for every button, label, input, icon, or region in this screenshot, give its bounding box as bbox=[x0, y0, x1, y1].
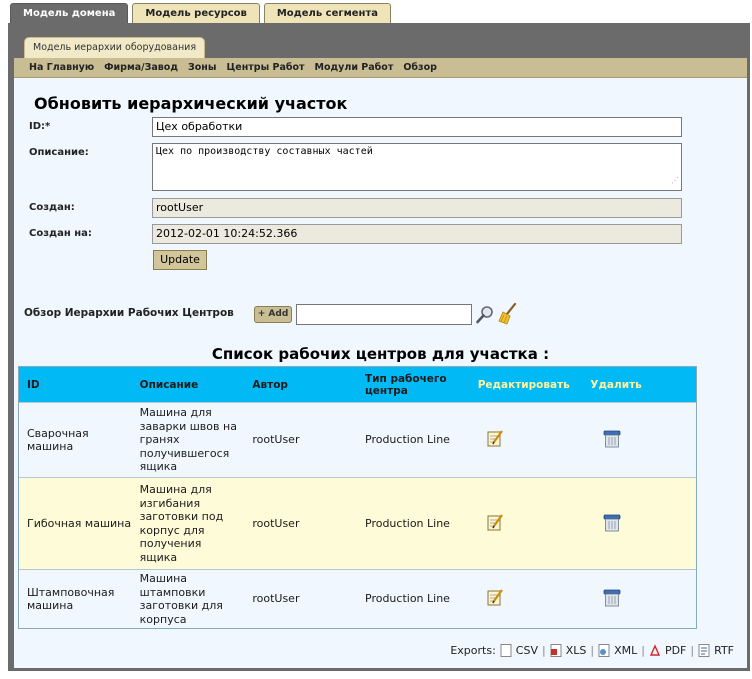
cell-delete bbox=[582, 587, 696, 611]
content-area: Обновить иерархический участок ID:* Цех … bbox=[14, 78, 747, 668]
table-row: Гибочная машина Машина для изгибания заг… bbox=[19, 477, 696, 569]
col-edit: Редактировать bbox=[477, 378, 570, 391]
id-field[interactable]: Цех обработки bbox=[152, 117, 682, 137]
work-centers-table: ID Описание Автор Тип рабочего центра Ре… bbox=[18, 366, 697, 629]
cell-author: rootUser bbox=[252, 592, 300, 606]
tab-segment-model[interactable]: Модель сегмента bbox=[263, 3, 392, 23]
export-pdf-link[interactable]: PDF bbox=[665, 644, 686, 657]
cell-author: rootUser bbox=[252, 516, 300, 530]
created-by-field: rootUser bbox=[152, 198, 682, 218]
hierarchy-label: Обзор Иерархии Рабочих Центров bbox=[24, 307, 234, 319]
export-xml-link[interactable]: XML bbox=[614, 644, 637, 657]
description-field[interactable]: Цех по производству составных частей ⋰ bbox=[152, 143, 682, 191]
tab-resource-model[interactable]: Модель ресурсов bbox=[132, 3, 260, 23]
cell-edit bbox=[470, 513, 583, 535]
export-rtf-link[interactable]: RTF bbox=[714, 644, 734, 657]
cell-description: Машина для заварки швов на гранях получи… bbox=[139, 406, 237, 474]
nav-home[interactable]: На Главную bbox=[29, 62, 94, 73]
cell-description: Машина штамповки заготовки для корпуса bbox=[139, 572, 223, 626]
separator: | bbox=[641, 644, 645, 657]
trash-icon[interactable] bbox=[602, 512, 622, 532]
separator: | bbox=[690, 644, 695, 657]
cell-id: Гибочная машина bbox=[27, 516, 132, 530]
nav-enterprise-site[interactable]: Фирма/Завод bbox=[104, 62, 178, 73]
add-button[interactable]: + Add bbox=[254, 306, 292, 323]
created-on-label: Создан на: bbox=[29, 228, 92, 239]
description-label: Описание: bbox=[29, 147, 89, 158]
col-id[interactable]: ID bbox=[19, 379, 132, 391]
edit-icon[interactable] bbox=[486, 513, 504, 531]
trash-icon[interactable] bbox=[602, 428, 622, 448]
rtf-icon[interactable] bbox=[698, 644, 710, 657]
csv-icon[interactable] bbox=[500, 644, 512, 657]
table-header: ID Описание Автор Тип рабочего центра Ре… bbox=[19, 367, 696, 402]
hierarchy-search-input[interactable] bbox=[296, 304, 472, 325]
cell-delete bbox=[582, 428, 696, 452]
edit-icon[interactable] bbox=[486, 429, 504, 447]
edit-icon[interactable] bbox=[486, 588, 504, 606]
nav-work-units[interactable]: Модули Работ bbox=[315, 62, 394, 73]
broom-icon[interactable] bbox=[497, 302, 519, 326]
cell-id: Сварочная машина bbox=[27, 426, 89, 454]
col-delete: Удалить bbox=[590, 378, 642, 391]
cell-description: Машина для изгибания заготовки под корпу… bbox=[139, 483, 224, 564]
cell-delete bbox=[582, 512, 696, 536]
description-text: Цех по производству составных частей bbox=[156, 146, 373, 157]
cell-id: Штамповочная машина bbox=[27, 585, 115, 613]
cell-author: rootUser bbox=[252, 433, 300, 447]
table-row: Штамповочная машина Машина штамповки заг… bbox=[19, 569, 696, 628]
nav-work-centers[interactable]: Центры Работ bbox=[226, 62, 304, 73]
table-row: Сварочная машина Машина для заварки швов… bbox=[19, 402, 696, 477]
col-description[interactable]: Описание bbox=[132, 379, 245, 391]
col-type[interactable]: Тип рабочего центра bbox=[357, 373, 470, 397]
separator: | bbox=[590, 644, 595, 657]
trash-icon[interactable] bbox=[602, 587, 622, 607]
cell-edit bbox=[470, 588, 583, 610]
export-csv-link[interactable]: CSV bbox=[516, 644, 538, 657]
pdf-icon[interactable] bbox=[649, 644, 661, 657]
xml-icon[interactable] bbox=[598, 644, 610, 657]
id-label: ID:* bbox=[29, 121, 51, 132]
top-tabs: Модель домена Модель ресурсов Модель сег… bbox=[10, 3, 392, 23]
exports-label: Exports: bbox=[450, 644, 496, 657]
resize-grip-icon[interactable]: ⋰ bbox=[671, 173, 679, 189]
tab-domain-model[interactable]: Модель домена bbox=[10, 3, 129, 23]
list-title: Список рабочих центров для участка : bbox=[211, 345, 550, 363]
cell-type: Production Line bbox=[365, 592, 450, 606]
nav-overview[interactable]: Обзор bbox=[403, 62, 437, 73]
cell-type: Production Line bbox=[365, 516, 450, 530]
nav-areas[interactable]: Зоны bbox=[188, 62, 216, 73]
update-button[interactable]: Update bbox=[153, 250, 207, 270]
tab-equipment-hierarchy[interactable]: Модель иерархии оборудования bbox=[24, 37, 206, 59]
form-title: Обновить иерархический участок bbox=[34, 94, 348, 113]
exports-bar: Exports: CSV | XLS | XML | PDF | RTF bbox=[450, 644, 734, 657]
xls-icon[interactable] bbox=[550, 644, 562, 657]
separator: | bbox=[541, 644, 546, 657]
nav-bar: На Главную Фирма/Завод Зоны Центры Работ… bbox=[14, 58, 747, 78]
magnifier-icon[interactable] bbox=[475, 305, 495, 325]
col-author[interactable]: Автор bbox=[244, 379, 357, 391]
created-by-label: Создан: bbox=[29, 202, 75, 213]
cell-edit bbox=[470, 429, 583, 451]
export-xls-link[interactable]: XLS bbox=[566, 644, 587, 657]
created-on-field: 2012-02-01 10:24:52.366 bbox=[152, 224, 682, 244]
cell-type: Production Line bbox=[365, 433, 450, 447]
